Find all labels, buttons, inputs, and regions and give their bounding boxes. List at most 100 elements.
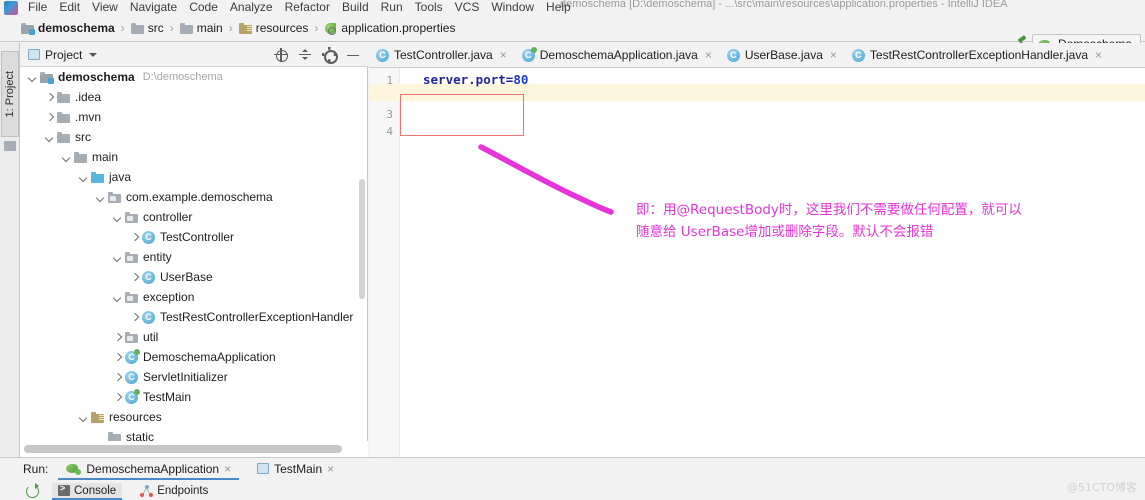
tree-node-java[interactable]: java <box>20 167 368 187</box>
tree-node-demoschema[interactable]: demoschemaD:\demoschema <box>20 67 368 87</box>
chevron-down-icon[interactable] <box>26 71 38 83</box>
subtab-console[interactable]: Console <box>52 483 122 499</box>
close-icon[interactable]: × <box>830 48 837 62</box>
tree-node-label: TestMain <box>143 390 191 404</box>
run-tab-testmain[interactable]: TestMain × <box>249 460 342 479</box>
property-key: server.port <box>423 72 506 87</box>
chevron-right-icon[interactable] <box>128 231 140 243</box>
tree-node-resources[interactable]: resources <box>20 407 368 427</box>
close-icon[interactable]: × <box>1095 48 1102 62</box>
editor-code-surface[interactable]: server.port=80 <box>400 68 1145 457</box>
tree-node-util[interactable]: util <box>20 327 368 347</box>
watermark: @51CTO博客 <box>1067 479 1137 495</box>
chevron-down-icon[interactable] <box>60 151 72 163</box>
menu-build[interactable]: Build <box>336 0 375 15</box>
editor-tab-testrestcontrollerexceptionhandler[interactable]: TestRestControllerExceptionHandler.java … <box>845 43 1110 67</box>
chevron-right-icon[interactable] <box>128 311 140 323</box>
sidebar-item-label: 1: Project <box>4 71 16 117</box>
menu-code[interactable]: Code <box>183 0 224 15</box>
breadcrumb-item-src[interactable]: src <box>128 20 167 36</box>
tree-node-src[interactable]: src <box>20 127 368 147</box>
chevron-down-icon[interactable] <box>111 251 123 263</box>
breadcrumb-item-application-properties[interactable]: application.properties <box>321 20 458 36</box>
chevron-right-icon[interactable] <box>111 371 123 383</box>
menu-navigate[interactable]: Navigate <box>124 0 183 15</box>
subtab-label: Console <box>74 485 116 497</box>
menu-tools[interactable]: Tools <box>409 0 449 15</box>
chevron-down-icon[interactable] <box>43 131 55 143</box>
breadcrumb-separator: › <box>121 21 125 35</box>
locate-icon[interactable] <box>274 48 288 62</box>
java-class-icon <box>852 49 865 62</box>
tree-node-exception[interactable]: exception <box>20 287 368 307</box>
project-tree[interactable]: demoschemaD:\demoschema.idea.mvnsrcmainj… <box>20 67 368 441</box>
close-icon[interactable]: × <box>224 462 231 476</box>
tree-node-label: entity <box>143 250 172 264</box>
menu-analyze[interactable]: Analyze <box>224 0 279 15</box>
tree-node-label: TestRestControllerExceptionHandler <box>160 310 353 324</box>
chevron-down-icon[interactable] <box>111 211 123 223</box>
chevron-down-icon[interactable] <box>94 191 106 203</box>
folder-icon <box>57 92 70 103</box>
breadcrumb-item-main[interactable]: main <box>177 20 226 36</box>
chevron-down-icon[interactable] <box>77 411 89 423</box>
subtab-endpoints[interactable]: Endpoints <box>134 483 214 499</box>
menu-view[interactable]: View <box>86 0 124 15</box>
chevron-right-icon[interactable] <box>43 91 55 103</box>
chevron-down-icon[interactable] <box>111 291 123 303</box>
editor-gutter: 1 2 3 4 <box>369 68 400 457</box>
collapse-all-icon[interactable] <box>298 48 312 62</box>
project-tree-horizontal-scrollbar[interactable] <box>20 441 368 457</box>
tree-node-servletinitializer[interactable]: ServletInitializer <box>20 367 368 387</box>
menu-vcs[interactable]: VCS <box>449 0 486 15</box>
run-tab-label: TestMain <box>274 462 322 476</box>
java-class-icon <box>376 49 389 62</box>
tree-node-demoschemaapplication[interactable]: DemoschemaApplication <box>20 347 368 367</box>
menu-help[interactable]: Help <box>540 0 577 15</box>
tree-node-com-example-demoschema[interactable]: com.example.demoschema <box>20 187 368 207</box>
breadcrumb-item-resources[interactable]: resources <box>236 20 312 36</box>
editor-tab-testcontroller[interactable]: TestController.java × <box>369 43 515 67</box>
project-tree-vertical-scrollbar[interactable] <box>357 67 367 441</box>
close-icon[interactable]: × <box>500 48 507 62</box>
sidebar-item-project[interactable]: 1: Project <box>1 51 19 137</box>
tree-node-static[interactable]: static <box>20 427 368 441</box>
tree-node-path: D:\demoschema <box>143 71 223 83</box>
project-panel-title-dropdown[interactable]: Project <box>28 48 97 62</box>
chevron-right-icon[interactable] <box>128 271 140 283</box>
menu-run[interactable]: Run <box>375 0 409 15</box>
tree-node-testrestcontrollerexceptionhandler[interactable]: TestRestControllerExceptionHandler <box>20 307 368 327</box>
close-icon[interactable]: × <box>705 48 712 62</box>
breadcrumb-item-demoschema[interactable]: demoschema <box>18 20 118 36</box>
package-icon <box>125 212 138 223</box>
run-tool-window: Run: DemoschemaApplication × TestMain × … <box>0 457 1145 500</box>
gear-icon[interactable] <box>322 48 336 62</box>
minimize-icon[interactable] <box>346 48 360 62</box>
tree-node--mvn[interactable]: .mvn <box>20 107 368 127</box>
close-icon[interactable]: × <box>327 462 334 476</box>
chevron-right-icon[interactable] <box>111 391 123 403</box>
menu-window[interactable]: Window <box>485 0 540 15</box>
tree-node-main[interactable]: main <box>20 147 368 167</box>
run-tab-demoschemaapplication[interactable]: DemoschemaApplication × <box>58 460 239 479</box>
chevron-right-icon[interactable] <box>43 111 55 123</box>
scrollbar-thumb[interactable] <box>359 179 365 299</box>
tree-node-testcontroller[interactable]: TestController <box>20 227 368 247</box>
tree-node-entity[interactable]: entity <box>20 247 368 267</box>
tree-node-controller[interactable]: controller <box>20 207 368 227</box>
project-tool-window: Project demoschemaD:\demoschema.idea.mvn… <box>20 43 368 457</box>
chevron-right-icon[interactable] <box>111 351 123 363</box>
scrollbar-thumb[interactable] <box>24 445 342 453</box>
menu-refactor[interactable]: Refactor <box>279 0 336 15</box>
tree-node--idea[interactable]: .idea <box>20 87 368 107</box>
menu-file[interactable]: File <box>22 0 53 15</box>
editor-tab-userbase[interactable]: UserBase.java × <box>720 43 845 67</box>
chevron-down-icon[interactable] <box>77 171 89 183</box>
tree-node-userbase[interactable]: UserBase <box>20 267 368 287</box>
chevron-right-icon[interactable] <box>111 331 123 343</box>
rerun-icon[interactable] <box>24 483 40 499</box>
tree-node-label: ServletInitializer <box>143 370 228 384</box>
editor-tab-demoschemaapplication[interactable]: DemoschemaApplication.java × <box>515 43 720 67</box>
menu-edit[interactable]: Edit <box>53 0 86 15</box>
tree-node-testmain[interactable]: TestMain <box>20 387 368 407</box>
